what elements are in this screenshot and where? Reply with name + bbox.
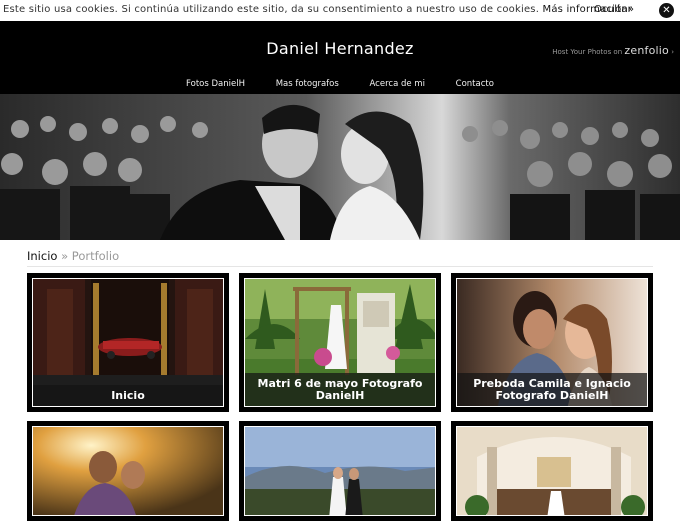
- cookie-message-text: Este sitio usa cookies. Si continúa util…: [3, 4, 540, 15]
- breadcrumb-current: Portfolio: [71, 249, 120, 263]
- gallery-thumbnail: [456, 426, 648, 516]
- gallery-tile-5[interactable]: [239, 421, 441, 521]
- breadcrumb: Inicio » Portfolio: [27, 249, 119, 263]
- gallery-title: Matri 6 de mayo Fotografo DanielH: [245, 373, 435, 406]
- gallery-tile-matri-6-de-mayo[interactable]: Matri 6 de mayo Fotografo DanielH: [239, 273, 441, 412]
- gallery-thumbnail: [32, 426, 224, 516]
- zenfolio-logo: zenfolio: [624, 44, 669, 57]
- gallery-thumbnail: Inicio: [32, 278, 224, 407]
- nav-item-acerca-de-mi[interactable]: Acerca de mi: [370, 79, 425, 89]
- site-header: Daniel Hernandez Host Your Photos on zen…: [0, 21, 680, 94]
- host-prefix: Host Your Photos on: [552, 48, 623, 56]
- gallery-title: Preboda Camila e Ignacio Fotografo Danie…: [457, 373, 647, 406]
- cookie-message: Este sitio usa cookies. Si continúa util…: [3, 4, 634, 15]
- gallery-title: Inicio: [33, 385, 223, 406]
- cookie-bar: Este sitio usa cookies. Si continúa util…: [0, 0, 680, 21]
- zenfolio-host-link[interactable]: Host Your Photos on zenfolio ›: [552, 44, 674, 57]
- hide-cookies-button[interactable]: Ocultar: [594, 4, 632, 15]
- breadcrumb-separator: »: [61, 249, 69, 263]
- gallery-thumbnail: Matri 6 de mayo Fotografo DanielH: [244, 278, 436, 407]
- nav-item-fotos-danielh[interactable]: Fotos DanielH: [186, 79, 245, 89]
- gallery-thumbnail: [244, 426, 436, 516]
- gallery-tile-4[interactable]: [27, 421, 229, 521]
- host-suffix-icon: ›: [671, 48, 674, 56]
- nav-item-mas-fotografos[interactable]: Mas fotografos: [276, 79, 339, 89]
- gallery-thumbnail: Preboda Camila e Ignacio Fotografo Danie…: [456, 278, 648, 407]
- nav-item-contacto[interactable]: Contacto: [456, 79, 494, 89]
- gallery-tile-6[interactable]: [451, 421, 653, 521]
- close-icon[interactable]: ✕: [659, 3, 674, 18]
- breadcrumb-divider: [27, 266, 653, 267]
- gallery-tile-preboda-camila-ignacio[interactable]: Preboda Camila e Ignacio Fotografo Danie…: [451, 273, 653, 412]
- gallery-tile-inicio[interactable]: Inicio: [27, 273, 229, 412]
- breadcrumb-home-link[interactable]: Inicio: [27, 249, 57, 263]
- hero-banner-image: [0, 94, 680, 240]
- main-nav: Fotos DanielH Mas fotografos Acerca de m…: [0, 79, 680, 89]
